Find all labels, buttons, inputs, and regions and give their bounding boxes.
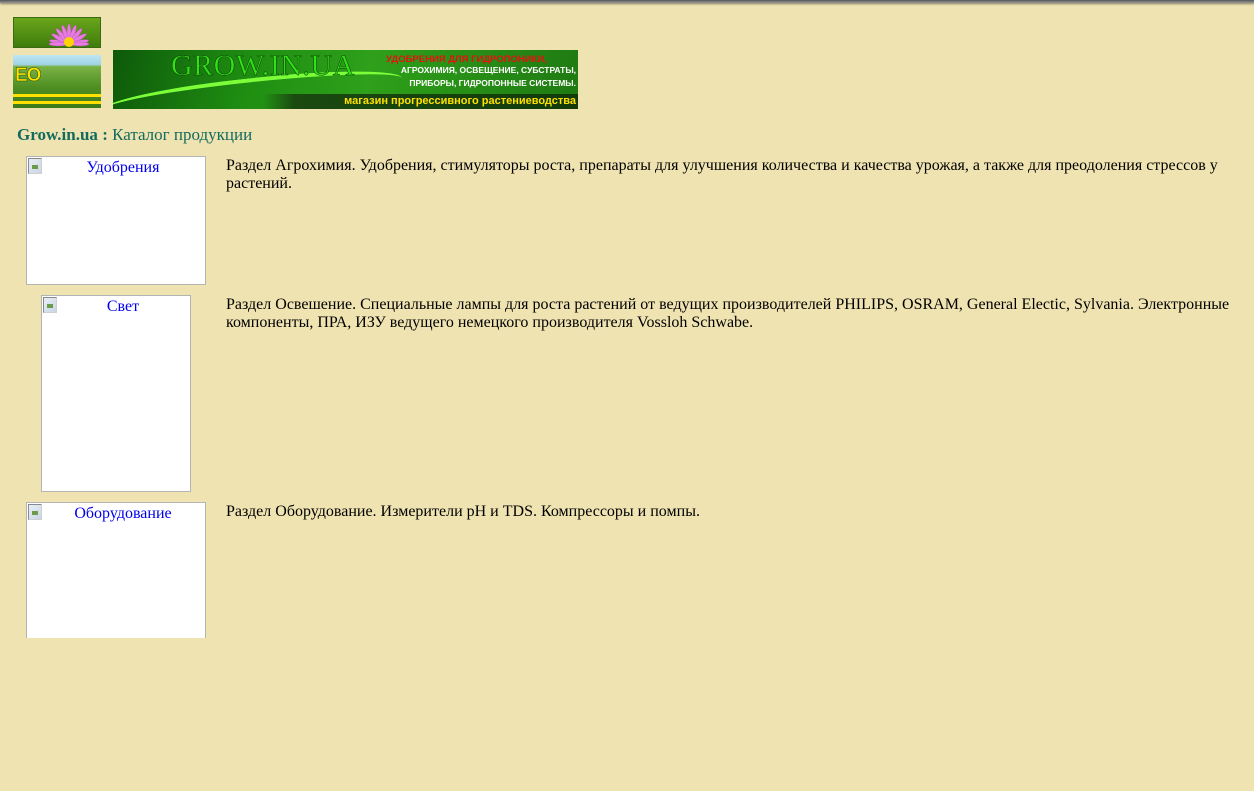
flower-icon [48, 23, 90, 47]
category-image-equipment[interactable]: Оборудование [26, 502, 206, 638]
broken-image-icon [28, 504, 42, 520]
catalog-item: Свет Раздел Освешение. Специальные лампы… [17, 290, 1247, 492]
catalog-list: Удобрения Раздел Агрохимия. Удобрения, с… [17, 151, 1247, 638]
logo-stripe [13, 94, 101, 97]
banner-tagline-line2: ПРИБОРЫ, ГИДРОПОННЫЕ СИСТЕМЫ. [409, 78, 576, 88]
banner-slogan: магазин прогрессивного растениеводства [344, 95, 576, 107]
category-image-lighting[interactable]: Свет [41, 295, 191, 492]
breadcrumb-home-link[interactable]: Grow.in.ua [17, 125, 98, 144]
breadcrumb-separator: : [97, 125, 113, 144]
banner-title: GROW.IN.UA [171, 50, 355, 82]
catalog-item: Оборудование Раздел Оборудование. Измери… [17, 497, 1247, 638]
top-window-edge [0, 0, 1254, 3]
logo-stripe [13, 101, 101, 104]
banner-tagline-line1: АГРОХИМИЯ, ОСВЕЩЕНИЕ, СУБСТРАТЫ, [400, 65, 576, 75]
category-image-alt: Удобрения [86, 159, 160, 176]
banner-slogan-strip: магазин прогрессивного растениеводства [263, 94, 578, 109]
eo-logo-text: EO [15, 65, 42, 86]
grow-banner-link[interactable]: GROW.IN.UA УДОБРЕНИЯ ДЛЯ ГИДРОПОНИКИ, АГ… [113, 50, 578, 109]
category-description: Раздел Оборудование. Измерители pH и TDS… [226, 503, 700, 520]
category-image-fertilizers[interactable]: Удобрения [26, 156, 206, 285]
eo-logo-link[interactable]: EO [13, 55, 101, 108]
breadcrumb-current: Каталог продукции [112, 125, 253, 144]
category-image-alt: Оборудование [74, 505, 172, 522]
category-image-alt: Свет [106, 298, 140, 315]
category-description: Раздел Агрохимия. Удобрения, стимуляторы… [226, 157, 1218, 192]
flower-logo-link[interactable] [13, 17, 101, 48]
catalog-item: Удобрения Раздел Агрохимия. Удобрения, с… [17, 151, 1247, 285]
broken-image-icon [43, 297, 57, 313]
breadcrumb: Grow.in.ua : Каталог продукции [17, 125, 252, 145]
broken-image-icon [28, 158, 42, 174]
category-description: Раздел Освешение. Специальные лампы для … [226, 296, 1230, 331]
